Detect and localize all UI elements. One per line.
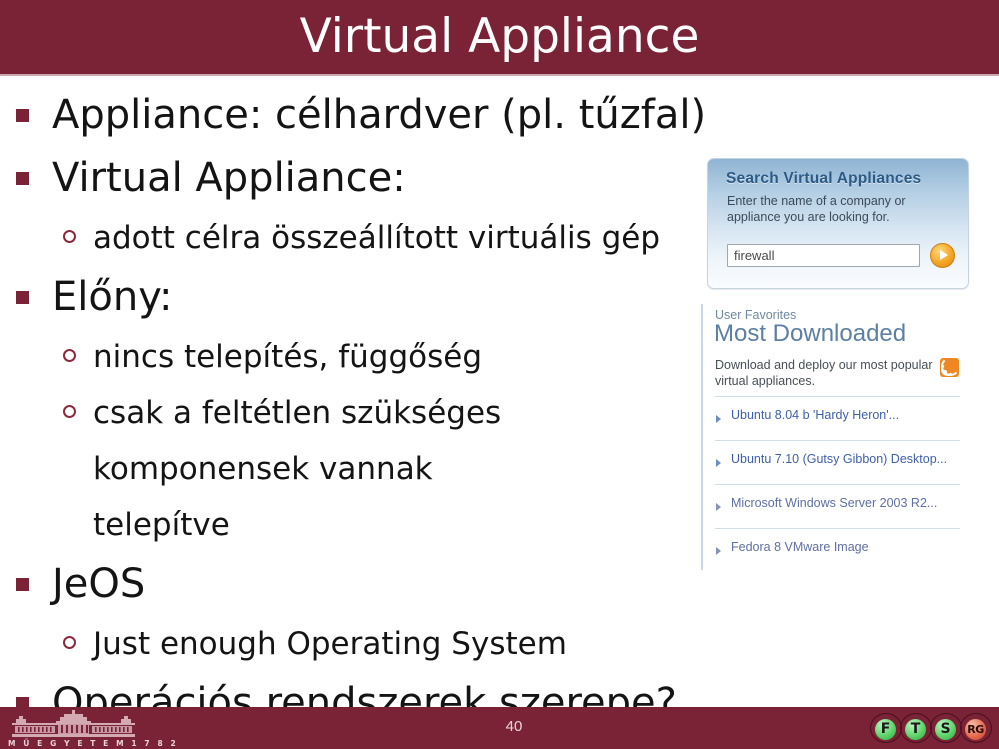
caret-right-icon [716, 459, 721, 467]
slide-body-content: Appliance: célhardver (pl. tűzfal) Virtu… [0, 84, 706, 735]
sub-bullet-item: adott célra összeállított virtuális gép [0, 210, 700, 266]
logo-node-s: S [935, 719, 956, 740]
bullet-item: JeOS [0, 553, 700, 616]
title-underline-divider [0, 74, 999, 76]
caret-right-icon [716, 503, 721, 511]
bullet-item: Appliance: célhardver (pl. tűzfal) [0, 84, 706, 147]
downloads-headline: Most Downloaded [714, 320, 907, 347]
list-item[interactable]: Ubuntu 7.10 (Gutsy Gibbon) Desktop... [715, 440, 960, 484]
downloads-blurb: Download and deploy our most popular vir… [715, 358, 933, 388]
play-circle-icon [940, 250, 948, 260]
bullet-text: Appliance: célhardver (pl. tűzfal) [52, 92, 707, 138]
logo-node-f: F [875, 719, 896, 740]
rss-feed-icon[interactable] [940, 358, 959, 377]
square-bullet-icon [16, 291, 29, 304]
list-item[interactable]: Microsoft Windows Server 2003 R2... [715, 484, 960, 528]
logo-node-rg: RG [965, 719, 986, 740]
slide-footer-bar: M Ű E G Y E T E M 1 7 8 2 40 F T S RG [0, 707, 999, 749]
ftsrg-logo-icon: F T S RG [869, 711, 992, 745]
bullet-text: nincs telepítés, függőség [93, 339, 483, 375]
square-bullet-icon [16, 578, 29, 591]
caret-right-icon [716, 547, 721, 555]
bullet-text: csak a feltétlen szükséges komponensek v… [93, 395, 502, 543]
circle-bullet-icon [63, 349, 76, 362]
slide-title-bar: Virtual Appliance [0, 0, 999, 76]
search-panel-title: Search Virtual Appliances [726, 170, 922, 187]
caret-right-icon [716, 415, 721, 423]
bullet-text: Előny: [52, 274, 173, 320]
circle-bullet-icon [63, 405, 76, 418]
bullet-text: adott célra összeállított virtuális gép [93, 220, 661, 256]
page-number: 40 [505, 718, 523, 735]
circle-bullet-icon [63, 636, 76, 649]
downloads-list: Ubuntu 8.04 b 'Hardy Heron'... Ubuntu 7.… [715, 396, 960, 572]
bullet-text: Virtual Appliance: [52, 155, 406, 201]
rss-outer-arc [941, 358, 959, 376]
bullet-item: Előny: [0, 266, 700, 329]
search-virtual-appliances-panel: Search Virtual Appliances Enter the name… [707, 158, 969, 289]
list-item-label: Ubuntu 7.10 (Gutsy Gibbon) Desktop... [731, 452, 948, 466]
most-downloaded-panel: User Favorites Most Downloaded Download … [701, 304, 969, 570]
sub-bullet-item: Just enough Operating System [0, 616, 700, 672]
university-logo-caption: M Ű E G Y E T E M 1 7 8 2 [8, 739, 179, 748]
search-input[interactable] [727, 244, 920, 267]
bullet-text: JeOS [52, 561, 146, 607]
sub-bullet-item: csak a feltétlen szükséges komponensek v… [0, 385, 573, 553]
bullet-item: Virtual Appliance: [0, 147, 700, 210]
sub-bullet-item: nincs telepítés, függőség [0, 329, 700, 385]
list-item-label: Microsoft Windows Server 2003 R2... [731, 496, 938, 510]
square-bullet-icon [16, 109, 29, 122]
search-go-button[interactable] [930, 243, 955, 268]
bullet-text: Just enough Operating System [93, 626, 567, 662]
logo-node-t: T [905, 719, 926, 740]
list-item[interactable]: Ubuntu 8.04 b 'Hardy Heron'... [715, 396, 960, 440]
list-item[interactable]: Fedora 8 VMware Image [715, 528, 960, 572]
circle-bullet-icon [63, 230, 76, 243]
square-bullet-icon [16, 172, 29, 185]
page-title: Virtual Appliance [299, 9, 700, 64]
list-item-label: Ubuntu 8.04 b 'Hardy Heron'... [731, 408, 900, 422]
search-panel-description: Enter the name of a company or appliance… [727, 194, 906, 224]
list-item-label: Fedora 8 VMware Image [731, 540, 869, 554]
